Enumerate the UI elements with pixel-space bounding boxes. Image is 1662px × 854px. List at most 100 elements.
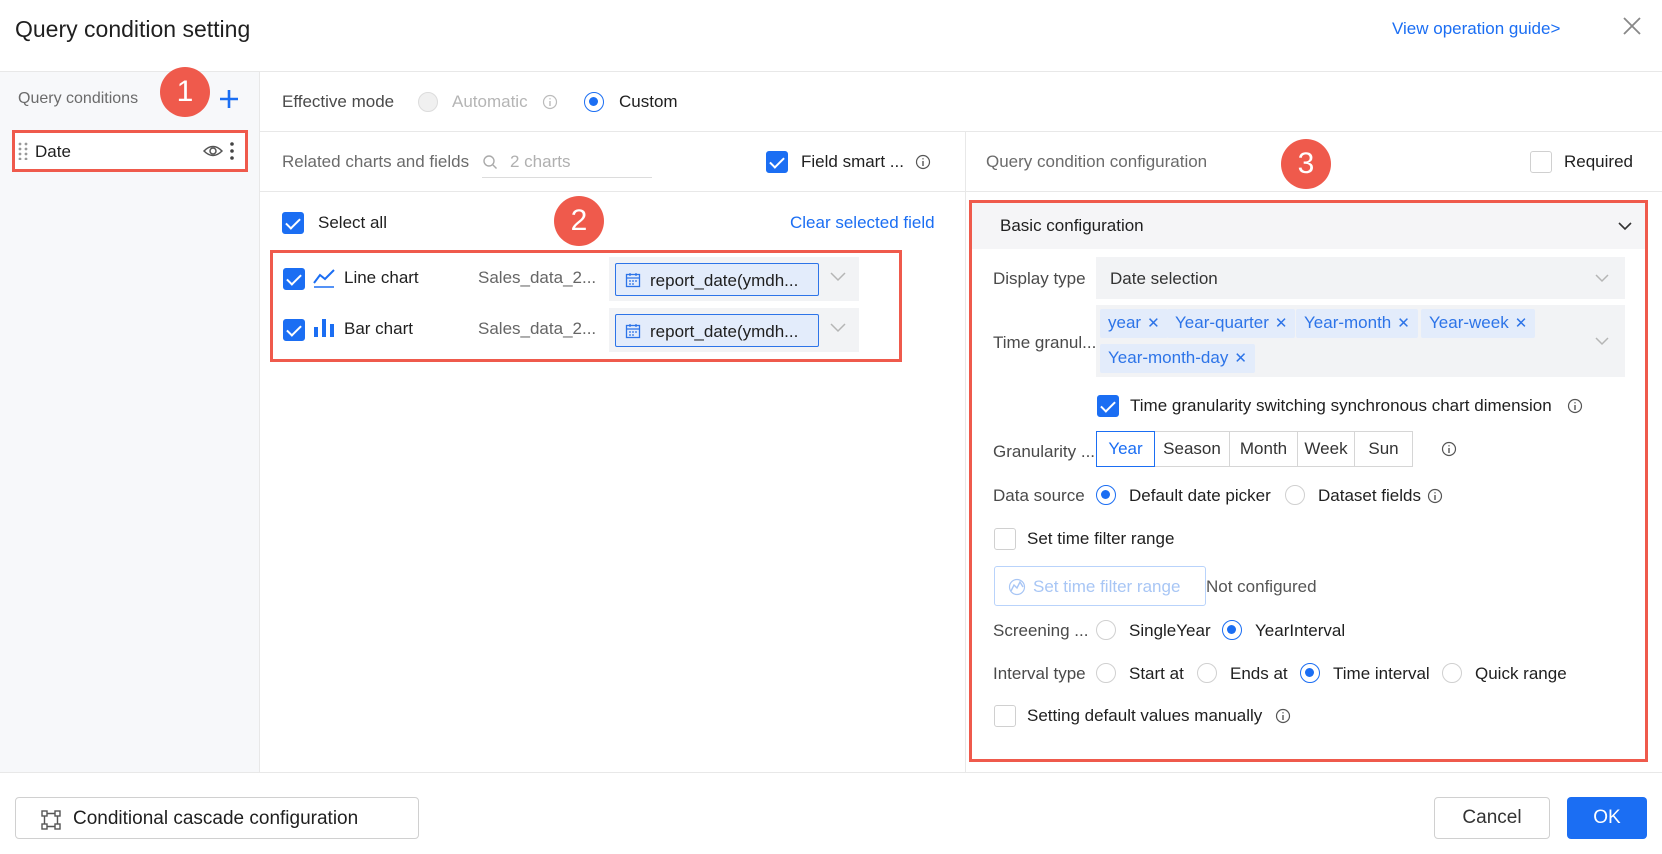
calendar-icon bbox=[625, 273, 641, 288]
eye-icon[interactable] bbox=[203, 143, 223, 159]
radio-single-year[interactable] bbox=[1096, 620, 1116, 640]
bar-chart-checkbox[interactable] bbox=[283, 319, 305, 341]
ok-button[interactable]: OK bbox=[1567, 797, 1647, 839]
required-checkbox[interactable] bbox=[1530, 151, 1552, 173]
default-values-label: Setting default values manually bbox=[1027, 706, 1263, 725]
granularity-tag-year: year ✕ bbox=[1100, 309, 1168, 338]
query-condition-config-panel: Query condition configuration 3 Required… bbox=[966, 132, 1662, 772]
radio-default-date-picker-label: Default date picker bbox=[1129, 486, 1271, 505]
radio-quick-range-label: Quick range bbox=[1475, 664, 1567, 683]
dialog-footer: Conditional cascade configuration Cancel… bbox=[0, 772, 1662, 854]
info-icon[interactable] bbox=[542, 94, 558, 110]
close-icon[interactable] bbox=[1620, 14, 1644, 38]
chevron-down-icon bbox=[1595, 274, 1609, 283]
config-title: Query condition configuration bbox=[986, 152, 1208, 171]
radio-custom[interactable] bbox=[584, 92, 604, 112]
chart-field-list: Line chart Sales_data_2... report_date(y… bbox=[270, 250, 902, 362]
info-icon[interactable] bbox=[1275, 708, 1291, 724]
bar-chart-dataset: Sales_data_2... bbox=[478, 319, 597, 338]
annotation-badge-1: 1 bbox=[160, 67, 210, 117]
display-type-value: Date selection bbox=[1110, 269, 1218, 288]
basic-configuration-header[interactable]: Basic configuration bbox=[972, 203, 1645, 249]
display-type-label: Display type bbox=[993, 269, 1086, 288]
calendar-icon bbox=[625, 324, 641, 339]
time-granularity-select[interactable]: year ✕ Year-quarter ✕ Year-month ✕ Year-wee… bbox=[1096, 305, 1625, 377]
bar-chart-icon bbox=[314, 319, 334, 337]
radio-year-interval-label: YearInterval bbox=[1255, 621, 1346, 640]
time-filter-label: Set time filter range bbox=[1027, 529, 1175, 548]
radio-dataset-fields-label: Dataset fields bbox=[1318, 486, 1421, 505]
info-icon[interactable] bbox=[1427, 488, 1443, 504]
radio-start-at[interactable] bbox=[1096, 663, 1116, 683]
radio-dataset-fields[interactable] bbox=[1285, 485, 1305, 505]
tag-label: year bbox=[1108, 313, 1142, 332]
condition-item-date[interactable]: Date bbox=[12, 130, 248, 172]
line-chart-field-select[interactable]: report_date(ymdh... bbox=[609, 257, 859, 301]
basic-configuration-label: Basic configuration bbox=[1000, 216, 1144, 235]
conditional-cascade-button[interactable]: Conditional cascade configuration bbox=[15, 797, 419, 839]
display-type-select[interactable]: Date selection bbox=[1096, 257, 1625, 299]
radio-year-interval[interactable] bbox=[1222, 620, 1242, 640]
radio-ends-at[interactable] bbox=[1197, 663, 1217, 683]
radio-automatic[interactable] bbox=[418, 92, 438, 112]
default-values-checkbox[interactable] bbox=[994, 705, 1016, 727]
granularity-option-season[interactable]: Season bbox=[1154, 431, 1230, 467]
granularity-label: Granularity ... bbox=[993, 442, 1096, 461]
remove-tag-icon[interactable]: ✕ bbox=[1234, 350, 1247, 367]
radio-time-interval[interactable] bbox=[1300, 663, 1320, 683]
cancel-button[interactable]: Cancel bbox=[1434, 797, 1550, 839]
config-header: Query condition configuration 3 Required bbox=[966, 132, 1662, 192]
granularity-option-year[interactable]: Year bbox=[1096, 431, 1155, 467]
query-conditions-label: Query conditions bbox=[18, 90, 139, 107]
granularity-option-month[interactable]: Month bbox=[1229, 431, 1298, 467]
related-label: Related charts and fields bbox=[282, 152, 470, 171]
conditional-cascade-label: Conditional cascade configuration bbox=[73, 808, 359, 829]
time-granularity-label: Time granul... bbox=[993, 333, 1097, 352]
annotation-badge-3: 3 bbox=[1281, 139, 1331, 189]
not-configured-text: Not configured bbox=[1206, 577, 1317, 596]
drag-handle-icon[interactable] bbox=[18, 142, 28, 160]
basic-configuration-section: Basic configuration Display type Date se… bbox=[969, 200, 1648, 762]
field-tag: report_date(ymdh... bbox=[615, 314, 819, 347]
view-guide-link[interactable]: View operation guide> bbox=[1392, 19, 1560, 39]
set-time-filter-range-button[interactable]: Set time filter range bbox=[994, 566, 1206, 606]
granularity-option-sun[interactable]: Sun bbox=[1354, 431, 1413, 467]
chevron-down-icon bbox=[830, 323, 846, 333]
line-chart-icon bbox=[313, 269, 335, 288]
chart-search-input[interactable] bbox=[510, 150, 650, 174]
time-filter-checkbox[interactable] bbox=[994, 528, 1016, 550]
remove-tag-icon[interactable]: ✕ bbox=[1397, 315, 1410, 332]
more-vertical-icon[interactable] bbox=[229, 141, 235, 161]
granularity-option-week[interactable]: Week bbox=[1297, 431, 1355, 467]
sync-dimension-checkbox[interactable] bbox=[1097, 395, 1119, 417]
query-conditions-sidebar: Query conditions 1 Date bbox=[0, 67, 260, 772]
radio-quick-range[interactable] bbox=[1442, 663, 1462, 683]
select-all-checkbox[interactable] bbox=[282, 212, 304, 234]
radio-automatic-label: Automatic bbox=[452, 92, 528, 111]
cascade-icon bbox=[41, 810, 61, 830]
chevron-down-icon bbox=[1595, 337, 1609, 346]
field-smart-checkbox[interactable] bbox=[766, 151, 788, 173]
remove-tag-icon[interactable]: ✕ bbox=[1515, 315, 1528, 332]
remove-tag-icon[interactable]: ✕ bbox=[1275, 315, 1288, 332]
chevron-down-icon bbox=[830, 272, 846, 282]
granularity-tag-year-month: Year-month ✕ bbox=[1296, 309, 1418, 338]
sync-dimension-label: Time granularity switching synchronous c… bbox=[1130, 396, 1552, 415]
data-source-label: Data source bbox=[993, 486, 1085, 505]
required-label: Required bbox=[1564, 152, 1633, 171]
line-chart-checkbox[interactable] bbox=[283, 268, 305, 290]
screening-label: Screening ... bbox=[993, 621, 1089, 640]
bar-chart-field-select[interactable]: report_date(ymdh... bbox=[609, 308, 859, 352]
annotation-badge-2: 2 bbox=[554, 196, 604, 246]
info-icon[interactable] bbox=[915, 154, 931, 170]
add-condition-icon[interactable] bbox=[216, 86, 242, 112]
radio-default-date-picker[interactable] bbox=[1096, 485, 1116, 505]
bar-chart-name: Bar chart bbox=[344, 319, 413, 338]
info-icon[interactable] bbox=[1441, 441, 1457, 457]
info-icon[interactable] bbox=[1567, 398, 1583, 414]
clear-selected-field-link[interactable]: Clear selected field bbox=[790, 213, 935, 233]
select-all-label: Select all bbox=[318, 213, 387, 232]
remove-tag-icon[interactable]: ✕ bbox=[1147, 315, 1160, 332]
field-tag: report_date(ymdh... bbox=[615, 263, 819, 296]
field-smart-label: Field smart ... bbox=[801, 152, 904, 171]
